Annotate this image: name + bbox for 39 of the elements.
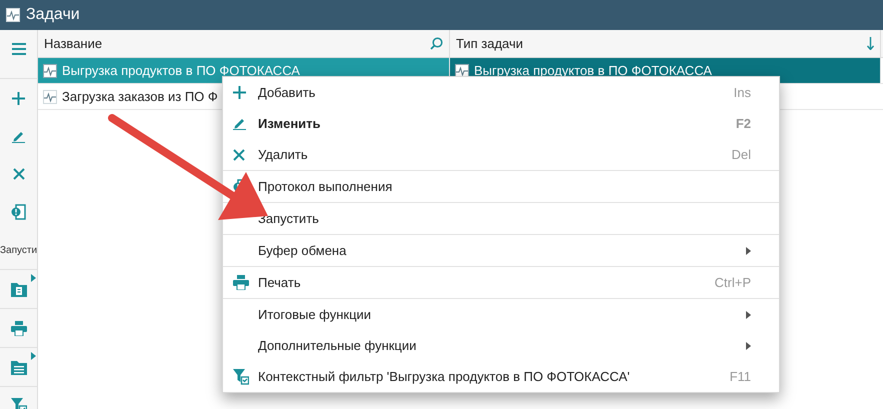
menu-item[interactable]: Итоговые функции [223, 299, 779, 330]
menu-icon [12, 43, 26, 55]
shortcut: F11 [730, 369, 751, 384]
folder-document-icon [10, 281, 26, 297]
pulse-icon [6, 8, 20, 22]
run-button[interactable]: Запусти [0, 231, 37, 269]
menu-item[interactable]: Контекстный фильтр 'Выгрузка продуктов в ПО ФОТОКАССА' F11 [223, 361, 779, 392]
column-title: Тип задачи [456, 36, 524, 51]
window-title: Задачи [26, 6, 80, 24]
printer-icon [10, 320, 26, 336]
search-icon [430, 37, 443, 50]
submenu-arrow-icon [31, 352, 36, 360]
shortcut: Ctrl+P [714, 275, 751, 290]
plus-icon [12, 92, 25, 104]
menu-item[interactable]: Запустить [223, 203, 779, 234]
filter-icon [233, 368, 249, 384]
column-header[interactable]: Тип задачи [450, 30, 881, 57]
close-icon [233, 148, 245, 160]
menu-item[interactable]: Изменить F2 [223, 108, 779, 139]
menu-item[interactable]: Печать Ctrl+P [223, 267, 779, 298]
submenu-arrow-icon [31, 274, 36, 282]
shortcut: Ins [734, 85, 751, 100]
pulse-icon [43, 90, 57, 104]
shortcut: F2 [736, 116, 751, 131]
plus-icon [233, 86, 246, 99]
shortcut: Del [731, 147, 751, 162]
column-title: Название [44, 36, 102, 51]
pulse-icon [43, 64, 57, 78]
printer-icon [233, 275, 249, 290]
menu-item[interactable]: Буфер обмена [223, 235, 779, 266]
pencil-icon [233, 117, 246, 130]
column-header[interactable]: Название [38, 30, 450, 57]
folder-list-icon [10, 359, 26, 375]
pencil-icon [12, 130, 25, 142]
close-icon [12, 168, 24, 180]
menu-item[interactable]: Удалить Del [223, 139, 779, 170]
sort-arrow-icon [867, 37, 874, 50]
document-alert-icon [11, 204, 26, 220]
menu-item[interactable]: Дополнительные функции [223, 330, 779, 361]
